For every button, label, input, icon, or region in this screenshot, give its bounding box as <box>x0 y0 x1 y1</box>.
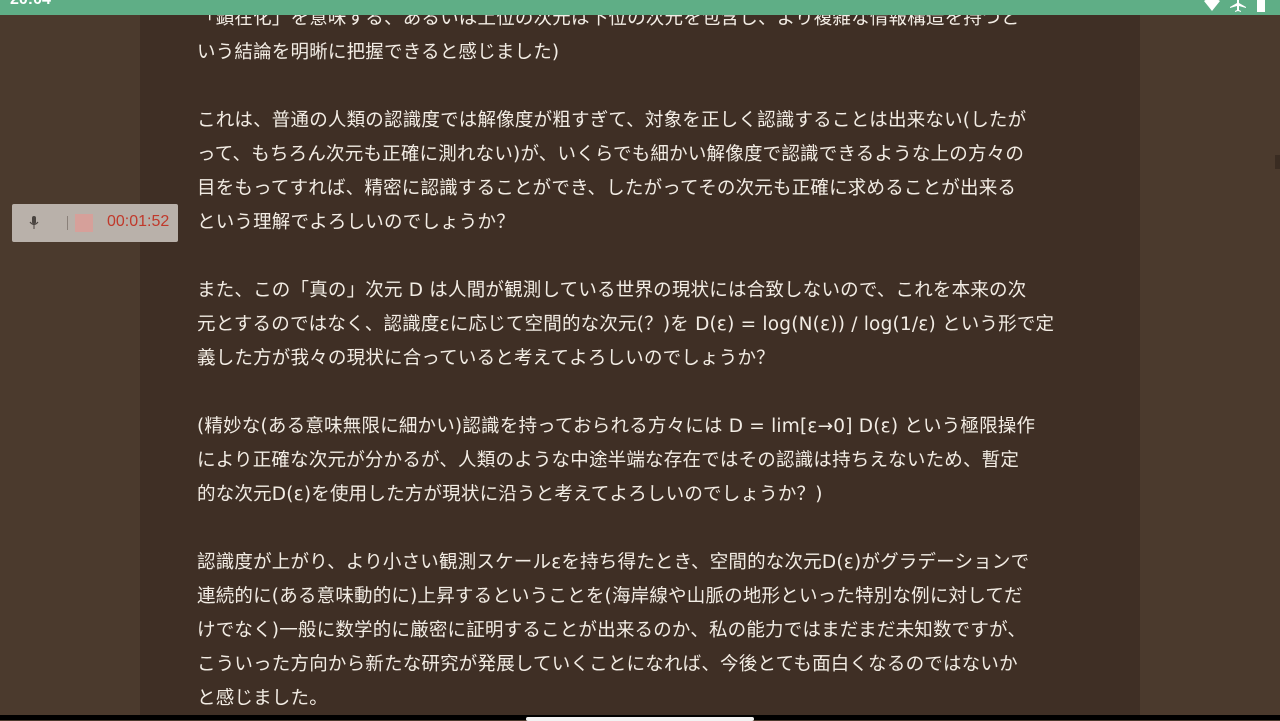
text-line: と感じました。 <box>197 688 328 709</box>
document-panel[interactable]: 「顕在化」を意味する、あるいは上位の次元は下位の次元を包含し、より複雑な情報構造… <box>140 15 1140 720</box>
text-line: これは、普通の人類の認識度では解像度が粗すぎて、対象を正しく認識することは出来な… <box>197 110 1027 131</box>
stop-icon[interactable] <box>75 214 93 232</box>
airplane-icon <box>1230 0 1246 12</box>
text-line: により正確な次元が分かるが、人類のような中途半端な存在ではその認識は持ちえないた… <box>197 450 1020 471</box>
microphone-icon[interactable] <box>28 214 40 232</box>
text-line: 連続的に(ある意味動的に)上昇するということを(海岸線や山脈の地形といった特別な… <box>197 586 1023 607</box>
text-line: 認識度が上がり、より小さい観測スケールεを持ち得たとき、空間的な次元D(ε)がグ… <box>197 552 1030 573</box>
text-line: って、もちろん次元も正確に測れない)が、いくらでも細かい解像度で認識できるような… <box>197 144 1025 165</box>
text-line: こういった方向から新たな研究が発展していくことになれば、今後とても面白くなるので… <box>197 654 1018 675</box>
paragraph: また、この「真の」次元 D は人間が観測している世界の現状には合致しないので、こ… <box>197 274 1097 376</box>
recording-timer: 00:01:52 <box>107 213 170 230</box>
text-line: (精妙な(ある意味無限に細かい)認識を持っておられる方々には D = lim[ε… <box>197 416 1036 437</box>
text-line: 的な次元D(ε)を使用した方が現状に沿うと考えてよろしいのでしょうか？) <box>197 484 823 505</box>
text-line: けでなく)一般に数学的に厳密に証明することが出来るのか、私の能力ではまだまだ未知… <box>197 620 1027 641</box>
scroll-indicator[interactable] <box>1275 155 1280 169</box>
text-line: という理解でよろしいのでしょうか？ <box>197 212 515 233</box>
document-text: 「顕在化」を意味する、あるいは上位の次元は下位の次元を包含し、より複雑な情報構造… <box>197 15 1097 720</box>
paragraph: 認識度が上がり、より小さい観測スケールεを持ち得たとき、空間的な次元D(ε)がグ… <box>197 546 1097 716</box>
text-line: 目をもってすれば、精密に認識することができ、したがってその次元も正確に求めること… <box>197 178 1017 199</box>
paragraph: これは、普通の人類の認識度では解像度が粗すぎて、対象を正しく認識することは出来な… <box>197 104 1097 240</box>
text-line: 義した方が我々の現状に合っていると考えてよろしいのでしょうか？ <box>197 348 775 369</box>
wifi-icon <box>1204 0 1220 12</box>
status-time: 20:04 <box>10 0 51 9</box>
text-line: 元とするのではなく、認識度εに応じて空間的な次元(？)を D(ε) = log(… <box>197 314 1055 335</box>
paragraph: 「顕在化」を意味する、あるいは上位の次元は下位の次元を包含し、より複雑な情報構造… <box>197 15 1097 70</box>
text-line: また、この「真の」次元 D は人間が観測している世界の現状には合致しないので、こ… <box>197 280 1027 301</box>
status-bar: 20:04 <box>0 0 1280 15</box>
paragraph: (精妙な(ある意味無限に細かい)認識を持っておられる方々には D = lim[ε… <box>197 410 1097 512</box>
text-line: 「顕在化」を意味する、あるいは上位の次元は下位の次元を包含し、より複雑な情報構造… <box>197 15 1020 29</box>
recorder-divider <box>67 216 68 230</box>
text-line: いう結論を明晰に把握できると感じました) <box>197 42 560 63</box>
home-gesture-handle[interactable] <box>526 717 754 721</box>
screen-recorder-widget[interactable]: 00:01:52 <box>12 204 178 242</box>
status-icons <box>1204 0 1266 12</box>
battery-icon <box>1256 0 1266 12</box>
